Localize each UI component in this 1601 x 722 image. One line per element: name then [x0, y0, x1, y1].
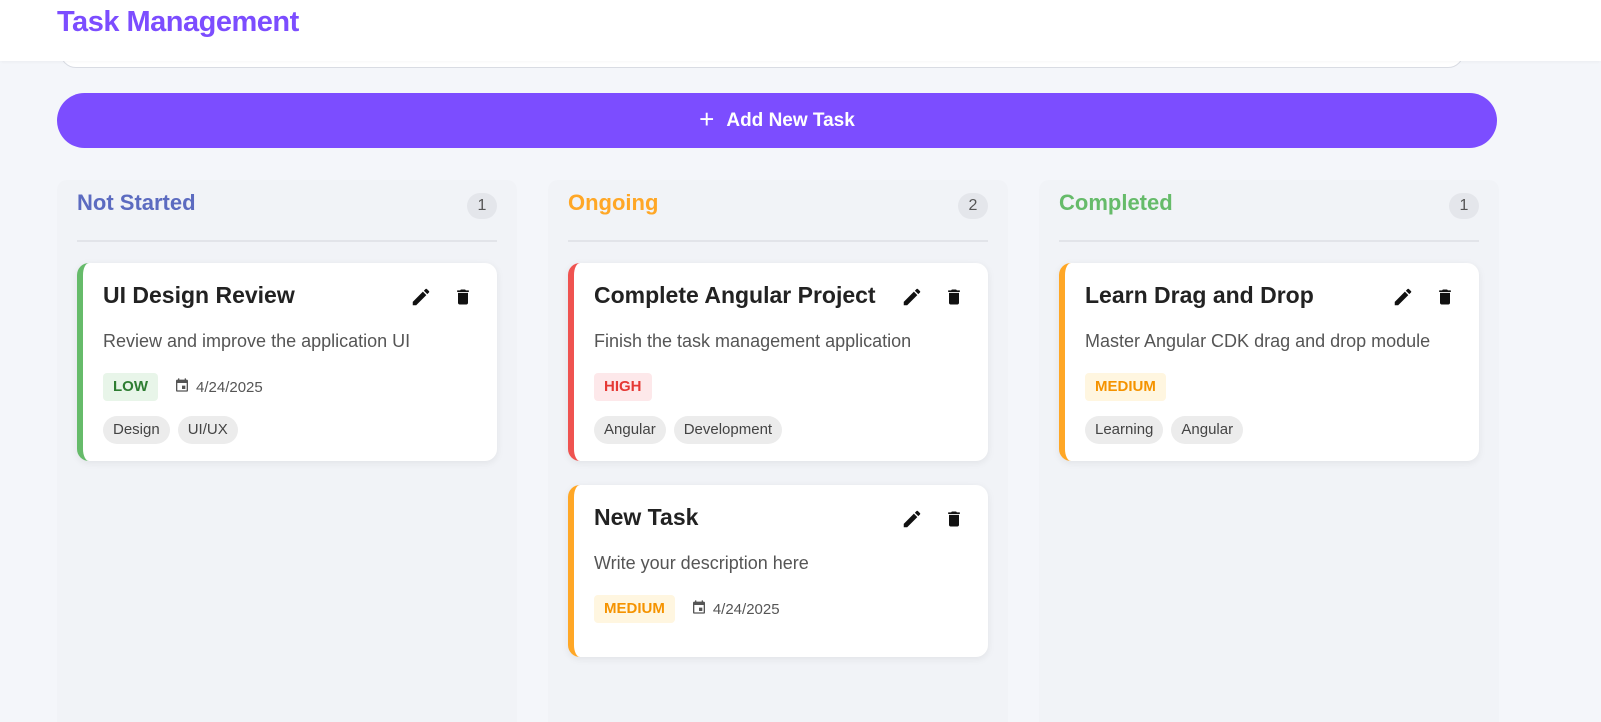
delete-icon[interactable] [451, 285, 475, 309]
due-date-text: 4/24/2025 [712, 600, 780, 618]
delete-icon[interactable] [942, 507, 966, 531]
tag: Angular [594, 416, 666, 444]
add-task-label: Add New Task [726, 109, 855, 131]
delete-icon[interactable] [942, 285, 966, 309]
task-description: Review and improve the application UI [103, 331, 411, 351]
task-title: Complete Angular Project [594, 282, 876, 308]
calendar-icon [174, 377, 190, 397]
due-date: 4/24/2025 [691, 599, 780, 619]
column-count-badge: 2 [958, 193, 988, 219]
delete-icon[interactable] [1433, 285, 1457, 309]
column-completed: Completed 1 Learn Drag and Drop Master A… [1039, 180, 1499, 722]
column-header: Not Started 1 [77, 190, 497, 222]
task-card[interactable]: Complete Angular Project Finish the task… [568, 263, 988, 461]
priority-badge: MEDIUM [594, 595, 675, 623]
edit-icon[interactable] [900, 285, 924, 309]
task-title: UI Design Review [103, 282, 295, 308]
tag: UI/UX [177, 416, 238, 444]
plus-icon: + [699, 104, 715, 134]
task-card[interactable]: New Task Write your description here MED… [568, 485, 988, 657]
column-title: Not Started [77, 190, 196, 215]
column-divider [1059, 240, 1479, 242]
due-date-text: 4/24/2025 [196, 378, 263, 396]
due-date: 4/24/2025 [174, 377, 263, 397]
column-divider [77, 240, 497, 242]
calendar-icon [691, 599, 707, 619]
column-divider [568, 240, 988, 242]
task-description: Finish the task management application [594, 331, 912, 351]
app-title: Task Management [57, 6, 299, 38]
task-title: Learn Drag and Drop [1085, 282, 1314, 308]
task-card[interactable]: Learn Drag and Drop Master Angular CDK d… [1059, 263, 1479, 461]
tag: Angular [1171, 416, 1244, 444]
app-header: Task Management [0, 0, 1601, 61]
priority-badge: LOW [103, 373, 158, 401]
column-count-badge: 1 [1449, 193, 1479, 219]
task-title: New Task [594, 504, 699, 530]
column-header: Ongoing 2 [568, 190, 988, 222]
column-title: Ongoing [568, 190, 659, 215]
column-count-badge: 1 [467, 193, 497, 219]
edit-icon[interactable] [900, 507, 924, 531]
task-description: Write your description here [594, 553, 809, 573]
column-header: Completed 1 [1059, 190, 1479, 222]
tag: Design [103, 416, 170, 444]
column-title: Completed [1059, 190, 1173, 215]
tag: Learning [1085, 416, 1164, 444]
column-not-started: Not Started 1 UI Design Review Review an… [57, 180, 517, 722]
add-task-button[interactable]: + Add New Task [57, 93, 1497, 148]
task-card[interactable]: UI Design Review Review and improve the … [77, 263, 497, 461]
task-description: Master Angular CDK drag and drop module [1085, 331, 1431, 351]
column-ongoing: Ongoing 2 Complete Angular Project Finis… [548, 180, 1008, 722]
edit-icon[interactable] [1391, 285, 1415, 309]
edit-icon[interactable] [409, 285, 433, 309]
tag: Development [673, 416, 783, 444]
priority-badge: HIGH [594, 373, 652, 401]
priority-badge: MEDIUM [1085, 373, 1166, 401]
